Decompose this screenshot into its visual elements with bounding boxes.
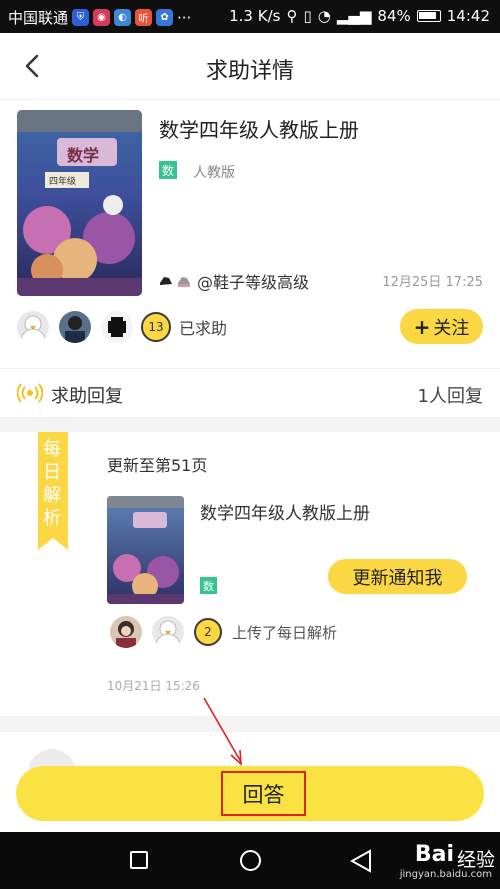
uploader-avatars: 2 上传了每日解析 [110,616,337,648]
signal-icon: ▂▄▆ [336,7,372,25]
answer-label-highlight: 回答 [221,771,306,816]
sim-app-icon: ◐ [114,9,132,26]
battery-icon [416,10,441,22]
clock: 14:42 [446,7,490,25]
avatar[interactable] [59,311,91,343]
section-divider [0,716,500,732]
book-cover-image[interactable]: 数学 四年级 [17,110,142,296]
shield-app-icon: ⛨ [72,9,90,26]
helper-avatars: 13 已求助 [17,311,227,343]
ribbon-char: 每 [43,439,61,460]
cover-grade-text: 四年级 [49,177,77,187]
ribbon-char: 析 [43,508,61,529]
asker-username: @鞋子等级高级 [197,273,310,292]
asker-info[interactable]: @鞋子等级高级 [159,269,309,293]
avatar[interactable] [152,616,184,648]
wifi-icon: ◔ [317,7,331,25]
location-icon: ⚲ [286,7,298,25]
system-nav-bar: Bai 经验 jingyan.baidu.com [0,832,500,889]
notify-me-button[interactable]: 更新通知我 [328,559,467,594]
more-notifications-icon: ··· [177,8,192,27]
home-icon[interactable] [240,850,261,871]
watermark-url: jingyan.baidu.com [399,869,492,880]
daily-analysis-card[interactable]: 每 日 解 析 更新至第51页 数学四年级人教版上册 数 更新通知我 2 上传了… [0,432,500,716]
question-book-title: 数学四年级人教版上册 [159,118,359,142]
answer-button[interactable]: 回答 [16,766,484,821]
nav-bar: 求助详情 [0,33,500,100]
help-label: 已求助 [179,319,228,338]
vibrate-icon: ▯ [303,7,312,25]
uploader-label: 上传了每日解析 [232,623,338,642]
asker-mini-avatar-icon [160,277,190,287]
uploader-count-badge: 2 [194,618,222,646]
subject-tag: 数 [159,161,177,179]
ting-app-icon: 听 [135,9,153,26]
status-bar: 中国联通 ⛨ ◉ ◐ 听 ✿ ··· 1.3 K/s ⚲ ▯ ◔ ▂▄▆ 84%… [0,0,500,33]
paw-app-icon: ✿ [156,9,174,26]
recent-apps-icon[interactable] [130,851,148,869]
daily-update-text: 更新至第51页 [107,456,208,475]
broadcast-icon [17,383,43,403]
daily-subject-tag: 数 [200,577,217,594]
follow-button[interactable]: + 关注 [400,309,483,344]
reply-title: 求助回复 [51,386,123,407]
ribbon-char: 日 [43,462,61,483]
help-count-badge: 13 [141,312,171,342]
plus-icon: + [413,314,431,339]
ribbon-char: 解 [43,485,61,506]
daily-book-title: 数学四年级人教版上册 [200,504,370,524]
cover-title-text: 数学 [67,146,100,165]
reply-header: 求助回复 1人回复 [0,368,500,417]
daily-book-cover[interactable] [107,496,184,604]
carrier-label: 中国联通 [8,9,69,27]
daily-ribbon: 每 日 解 析 [38,432,68,550]
follow-label: 关注 [433,317,470,339]
battery-percent: 84% [377,7,411,25]
watermark-suffix: 经验 [456,849,495,871]
daily-time: 10月21日 15:26 [107,679,200,693]
photo-app-icon: ◉ [93,9,111,26]
edition-label: 人教版 [193,165,235,181]
avatar[interactable] [17,311,49,343]
question-time: 12月25日 17:25 [382,275,483,290]
reply-count: 1人回复 [417,386,483,407]
back-triangle-icon[interactable] [350,849,372,873]
page-title: 求助详情 [205,59,294,84]
section-divider [0,417,500,432]
question-card: 数学 四年级 数学四年级人教版上册 数 人教版 @鞋子等级高级 12月25日 1… [0,100,500,368]
avatar[interactable] [110,616,142,648]
watermark-brand: Bai [414,842,454,867]
network-speed: 1.3 K/s [229,7,281,25]
avatar[interactable] [101,311,133,343]
